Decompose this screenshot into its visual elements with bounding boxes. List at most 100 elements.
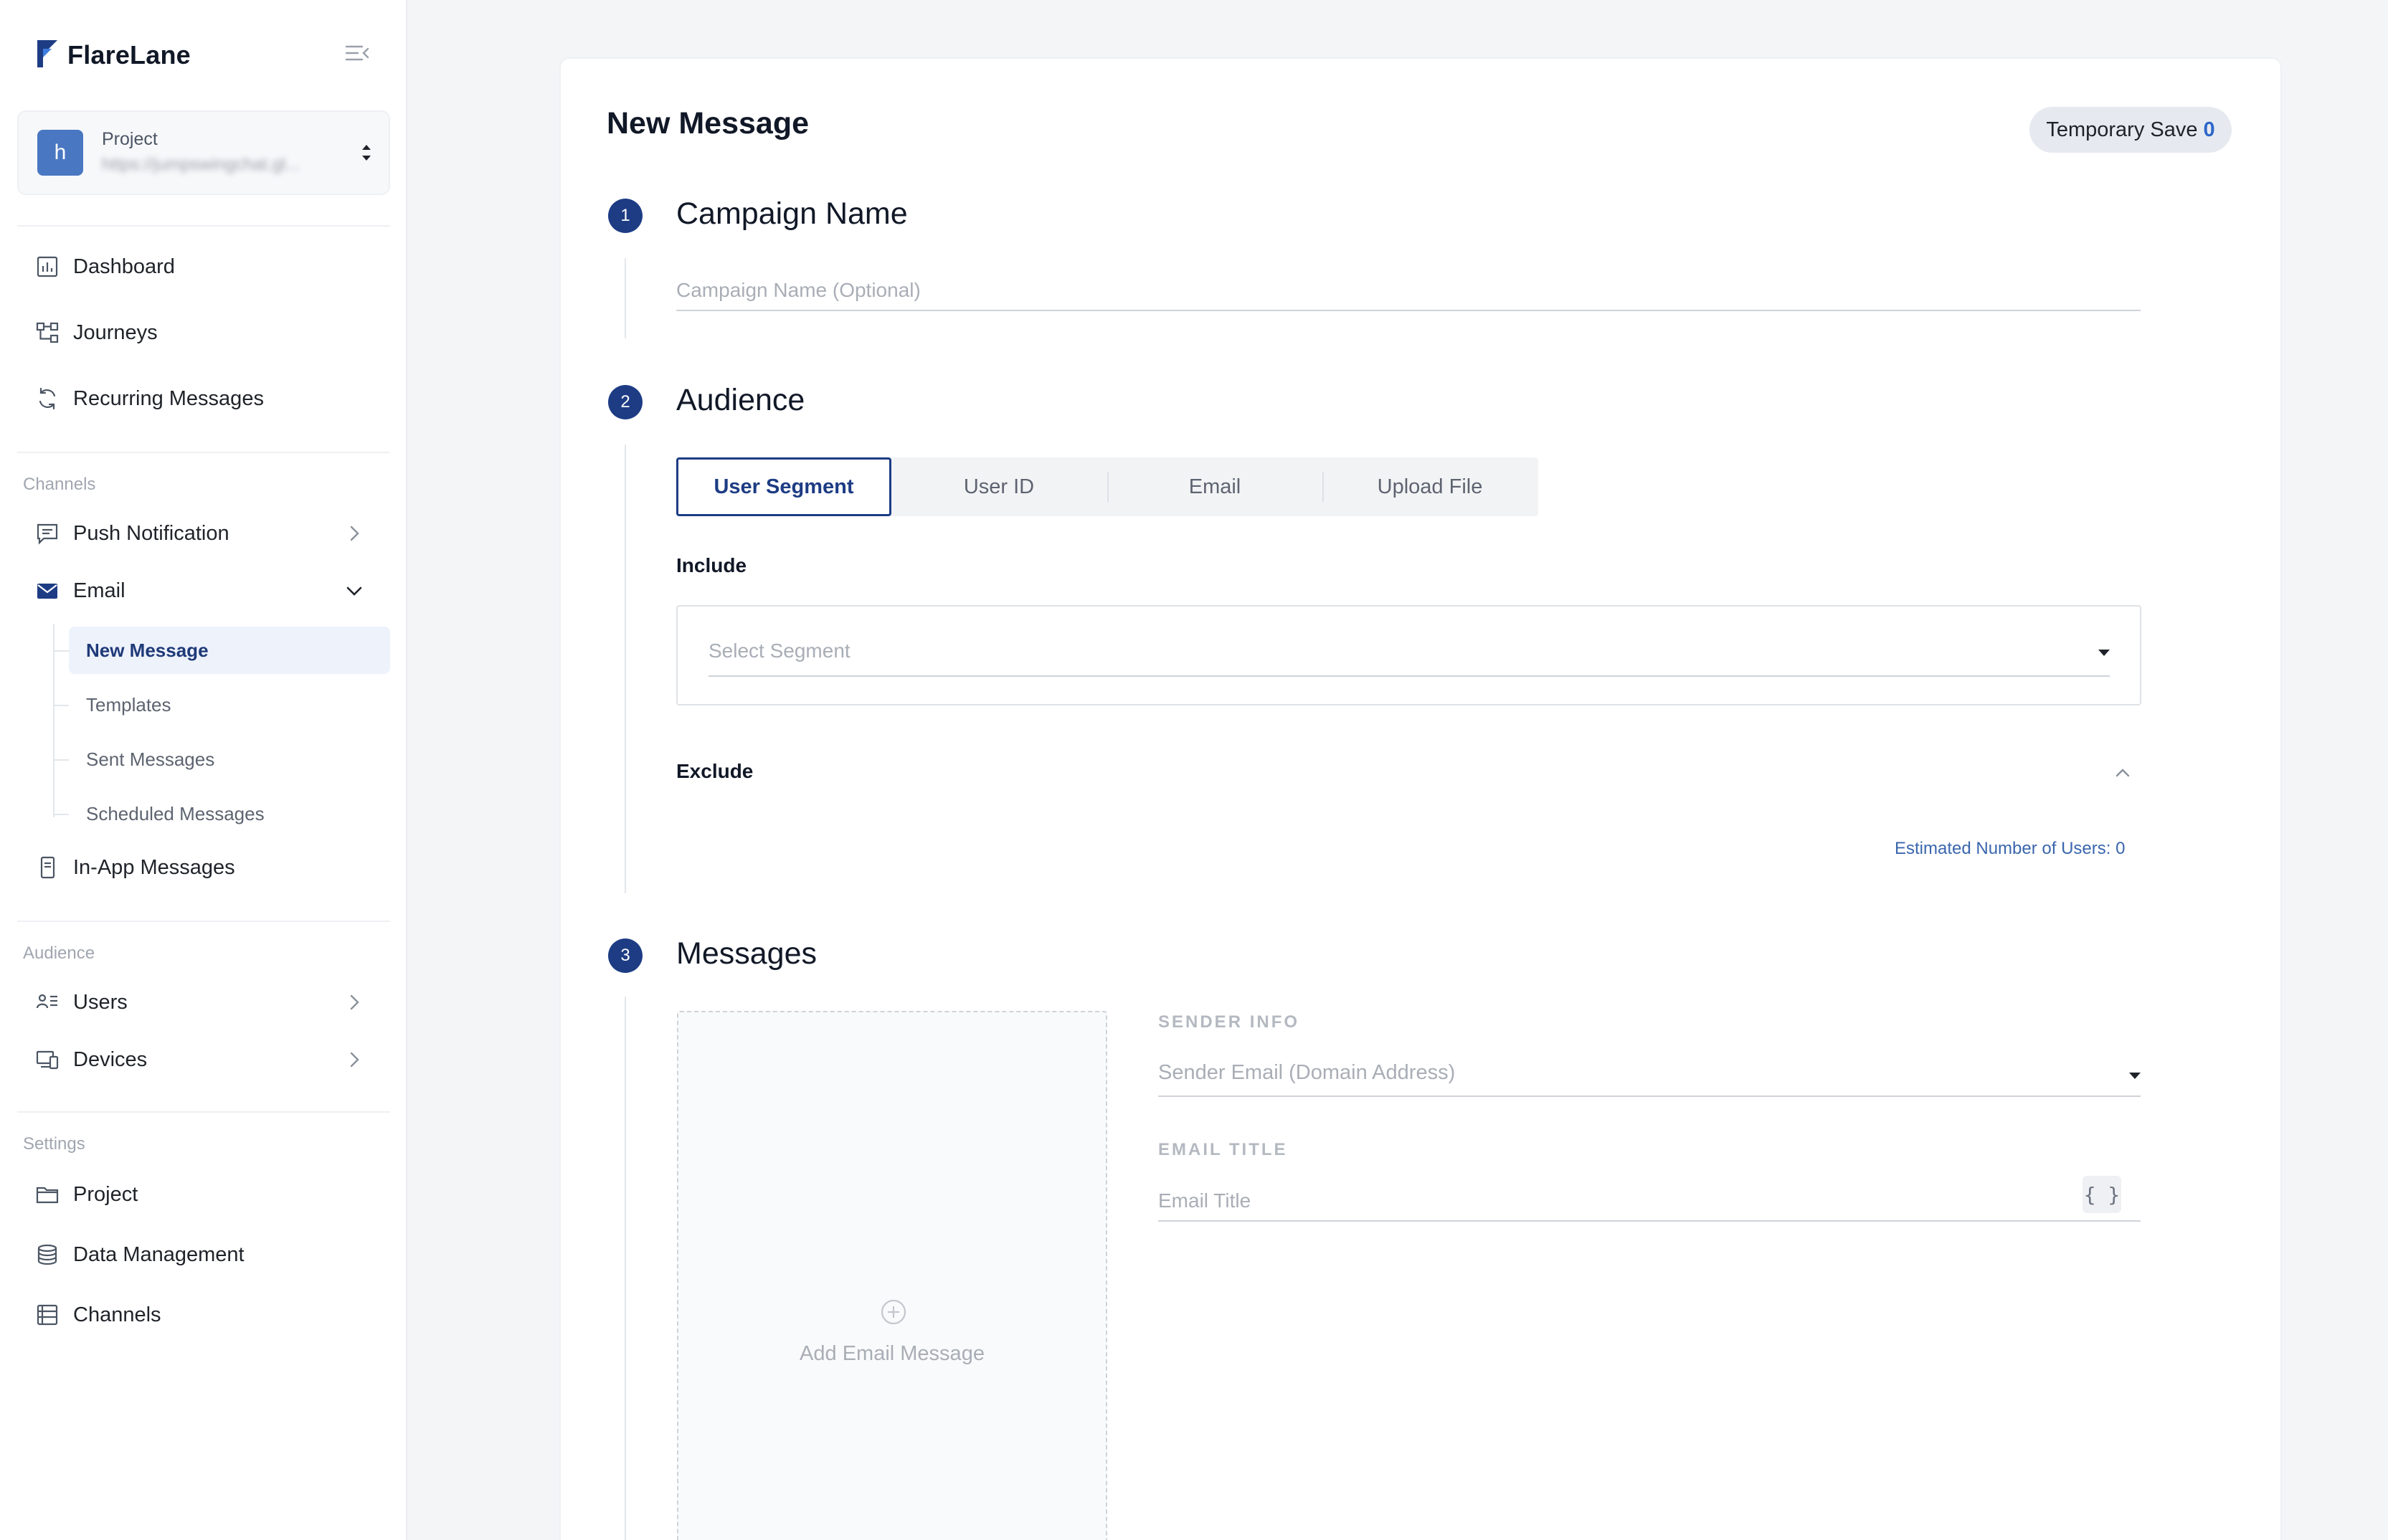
nav-label: Recurring Messages xyxy=(73,386,264,410)
sub-label: Templates xyxy=(86,693,171,716)
chevron-down-icon xyxy=(343,579,366,602)
sender-email-dropdown[interactable]: Sender Email (Domain Address) xyxy=(1158,1057,2141,1097)
step-title-campaign-name: Campaign Name xyxy=(676,196,908,231)
section-label-settings: Settings xyxy=(23,1134,85,1154)
step-number-1: 1 xyxy=(608,199,643,233)
tab-user-id[interactable]: User ID xyxy=(891,457,1107,516)
caret-down-icon xyxy=(2129,1073,2141,1079)
server-icon xyxy=(33,1301,62,1329)
nav-journeys[interactable]: Journeys xyxy=(20,308,390,357)
step-number-2: 2 xyxy=(608,385,643,419)
nav-email-new-message[interactable]: New Message xyxy=(69,627,390,674)
section-label-audience: Audience xyxy=(23,944,95,963)
nav-label: Push Notification xyxy=(73,521,229,545)
sub-label: Scheduled Messages xyxy=(86,802,265,824)
estimated-users: Estimated Number of Users: 0 xyxy=(1895,839,2126,858)
nav-push-notification[interactable]: Push Notification xyxy=(20,509,390,558)
sub-label: New Message xyxy=(86,639,209,661)
collapse-sidebar-button[interactable] xyxy=(343,42,371,67)
include-label: Include xyxy=(676,554,747,576)
envelope-icon xyxy=(33,576,62,605)
message-icon xyxy=(33,519,62,548)
brand-logo[interactable]: FlareLane xyxy=(36,39,191,72)
section-label-channels: Channels xyxy=(23,475,96,494)
nav-label: Dashboard xyxy=(73,255,175,278)
plus-circle-icon xyxy=(879,1298,908,1326)
nav-label: Project xyxy=(73,1182,138,1206)
nav-label: In-App Messages xyxy=(73,855,235,879)
temporary-save-label: Temporary Save xyxy=(2046,118,2198,141)
step-title-audience: Audience xyxy=(676,383,805,417)
project-label: Project xyxy=(102,129,158,149)
collapse-menu-icon xyxy=(344,42,370,67)
users-icon xyxy=(33,988,62,1017)
audience-type-tabs: User Segment User ID Email Upload File xyxy=(676,457,1538,516)
chevron-right-icon xyxy=(343,522,366,545)
flow-icon xyxy=(33,318,62,347)
campaign-name-input[interactable] xyxy=(676,271,2141,311)
divider xyxy=(17,225,390,227)
add-email-message-label: Add Email Message xyxy=(800,1342,985,1365)
nav-devices[interactable]: Devices xyxy=(20,1035,390,1084)
project-url: https://jumpswingchat.gl... xyxy=(102,155,300,174)
nav-project[interactable]: Project xyxy=(20,1170,390,1219)
sender-email-placeholder: Sender Email (Domain Address) xyxy=(1158,1061,1456,1084)
nav-email-scheduled-messages[interactable]: Scheduled Messages xyxy=(69,790,390,837)
step-connector-line xyxy=(625,445,626,893)
nav-label: Data Management xyxy=(73,1242,245,1266)
nav-label: Users xyxy=(73,990,128,1014)
chevron-right-icon xyxy=(343,1048,366,1071)
brand-name: FlareLane xyxy=(67,40,191,70)
sender-info-label: SENDER INFO xyxy=(1158,1012,1300,1032)
updown-caret-icon[interactable] xyxy=(357,141,376,165)
nav-email-sent-messages[interactable]: Sent Messages xyxy=(69,736,390,783)
folder-icon xyxy=(33,1180,62,1209)
project-switcher[interactable]: h Project https://jumpswingchat.gl... xyxy=(17,110,390,195)
tab-upload-file[interactable]: Upload File xyxy=(1322,457,1537,516)
nav-users[interactable]: Users xyxy=(20,978,390,1027)
step-number-3: 3 xyxy=(608,938,643,973)
nav-in-app-messages[interactable]: In-App Messages xyxy=(20,843,390,892)
tab-user-segment[interactable]: User Segment xyxy=(676,457,891,516)
nav-recurring-messages[interactable]: Recurring Messages xyxy=(20,374,390,423)
nav-label: Channels xyxy=(73,1303,161,1326)
chart-icon xyxy=(33,252,62,281)
devices-icon xyxy=(33,1045,62,1074)
sidebar: FlareLane h Project https://jumpswingcha… xyxy=(0,0,407,1540)
page-title: New Message xyxy=(607,106,810,141)
email-title-label: EMAIL TITLE xyxy=(1158,1140,1288,1159)
refresh-icon xyxy=(33,384,62,413)
select-segment-dropdown[interactable]: Select Segment xyxy=(709,635,2110,677)
submenu-branch xyxy=(53,814,69,815)
nav-label: Email xyxy=(73,579,125,602)
nav-email[interactable]: Email xyxy=(20,566,390,615)
divider xyxy=(17,921,390,922)
exclude-label: Exclude xyxy=(676,760,754,782)
submenu-branch xyxy=(53,759,69,761)
submenu-tree-line xyxy=(53,624,55,817)
caret-down-icon xyxy=(2098,650,2110,656)
tab-email[interactable]: Email xyxy=(1107,457,1322,516)
email-title-input[interactable] xyxy=(1158,1182,2141,1222)
project-avatar: h xyxy=(37,130,83,176)
nav-label: Journeys xyxy=(73,320,158,344)
divider xyxy=(17,1111,390,1113)
nav-channels[interactable]: Channels xyxy=(20,1291,390,1339)
exclude-collapse-button[interactable] xyxy=(2111,761,2134,784)
sub-label: Sent Messages xyxy=(86,748,215,770)
temporary-save-button[interactable]: Temporary Save 0 xyxy=(2029,107,2232,153)
select-segment-placeholder: Select Segment xyxy=(709,640,851,662)
step-connector-line xyxy=(625,258,626,338)
nav-dashboard[interactable]: Dashboard xyxy=(20,242,390,291)
flarelane-logo-icon xyxy=(36,39,59,72)
nav-data-management[interactable]: Data Management xyxy=(20,1230,390,1279)
insert-variable-button[interactable]: { } xyxy=(2083,1176,2121,1213)
submenu-branch xyxy=(53,705,69,706)
nav-email-templates[interactable]: Templates xyxy=(69,681,390,728)
add-email-message-button[interactable]: Add Email Message xyxy=(677,1011,1107,1540)
chevron-right-icon xyxy=(343,991,366,1014)
divider xyxy=(17,452,390,453)
step-title-messages: Messages xyxy=(676,936,817,971)
submenu-branch xyxy=(53,650,69,652)
step-connector-line xyxy=(625,997,626,1540)
